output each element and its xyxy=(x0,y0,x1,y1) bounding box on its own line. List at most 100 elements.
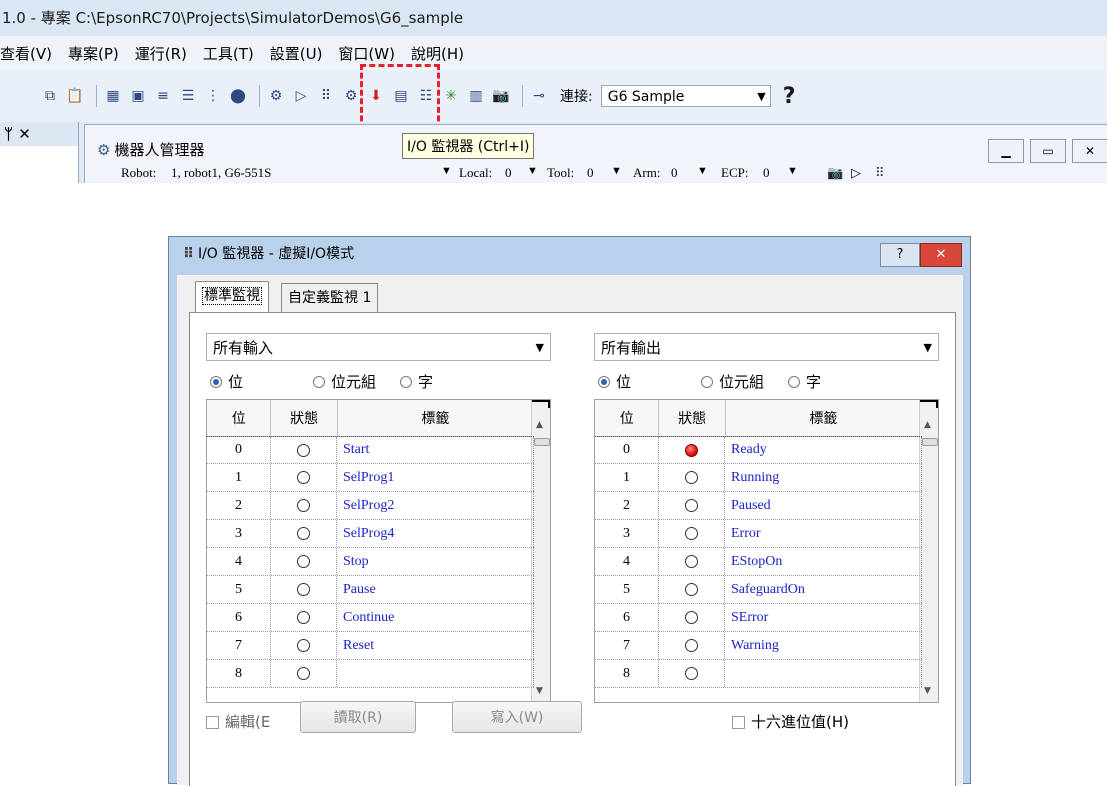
connection-dropdown[interactable]: G6 Sample ▼ xyxy=(600,85,771,107)
table-row[interactable]: 0 Ready xyxy=(595,436,922,464)
table-row[interactable]: 4 Stop xyxy=(207,548,534,576)
scroll-down-icon[interactable]: ▼ xyxy=(536,686,543,696)
table-row[interactable]: 8 xyxy=(207,660,534,688)
list-icon[interactable]: ⋮ xyxy=(203,86,223,106)
state-cell[interactable] xyxy=(659,604,725,631)
menu-tools[interactable]: 工具(T) xyxy=(203,43,254,64)
state-cell[interactable] xyxy=(271,520,337,547)
table-row[interactable]: 0 Start xyxy=(207,436,534,464)
state-cell[interactable] xyxy=(659,464,725,491)
state-cell[interactable] xyxy=(271,492,337,519)
table-row[interactable]: 3 SelProg4 xyxy=(207,520,534,548)
state-cell[interactable] xyxy=(271,548,337,575)
state-cell[interactable] xyxy=(271,604,337,631)
state-cell[interactable] xyxy=(659,520,725,547)
help-button[interactable]: ? xyxy=(880,243,920,267)
edit-checkbox[interactable]: 編輯(E xyxy=(206,711,270,732)
table-row[interactable]: 6 Continue xyxy=(207,604,534,632)
table-row[interactable]: 7 Warning xyxy=(595,632,922,660)
output-radio-bit[interactable]: 位 xyxy=(598,371,631,392)
state-cell[interactable] xyxy=(659,437,725,463)
input-radio-bit[interactable]: 位 xyxy=(210,371,243,392)
table-row[interactable]: 6 SError xyxy=(595,604,922,632)
menu-project[interactable]: 專案(P) xyxy=(68,43,119,64)
robot-manager-icon[interactable]: ⚙ xyxy=(266,86,286,106)
read-button[interactable]: 讀取(R) xyxy=(300,701,416,733)
table-row[interactable]: 1 Running xyxy=(595,464,922,492)
input-grid[interactable]: 位 狀態 標籤 ▲ ▼ 0 Start 1 SelProg1 2 SelProg2 3 Sel… xyxy=(206,399,551,703)
chevron-down-icon[interactable]: ▼ xyxy=(441,165,452,177)
menu-window[interactable]: 窗口(W) xyxy=(338,43,395,64)
hex-checkbox[interactable]: 十六進位值(H) xyxy=(732,711,849,732)
output-grid[interactable]: 位 狀態 標籤 ▲ ▼ 0 Ready 1 Running 2 Paused 3 Error 4… xyxy=(594,399,939,703)
io-monitor-icon[interactable]: ⠿ xyxy=(316,86,336,106)
state-cell[interactable] xyxy=(271,576,337,603)
local-select[interactable]: 0 xyxy=(505,165,512,181)
help-button[interactable]: ? xyxy=(783,84,796,109)
state-cell[interactable] xyxy=(271,660,337,687)
rebuild-icon[interactable]: ▣ xyxy=(128,86,148,106)
scroll-up-icon[interactable]: ▲ xyxy=(924,420,931,430)
scroll-up-icon[interactable]: ▲ xyxy=(536,420,543,430)
state-cell[interactable] xyxy=(659,576,725,603)
camera-icon[interactable]: 📷 xyxy=(491,86,511,106)
panel-header[interactable]: ᛘ ✕ xyxy=(0,122,78,146)
input-radio-word[interactable]: 字 xyxy=(400,371,433,392)
chevron-down-icon[interactable]: ▼ xyxy=(611,165,622,177)
output-radio-word[interactable]: 字 xyxy=(788,371,821,392)
camera-icon[interactable]: 📷 xyxy=(827,165,843,181)
menu-view[interactable]: 查看(V) xyxy=(0,43,52,64)
scroll-down-icon[interactable]: ▼ xyxy=(924,686,931,696)
tab-custom-monitor[interactable]: 自定義監視 1 xyxy=(281,283,379,312)
menu-setup[interactable]: 設置(U) xyxy=(270,43,323,64)
table-row[interactable]: 4 EStopOn xyxy=(595,548,922,576)
chevron-down-icon[interactable]: ▼ xyxy=(697,165,708,177)
table-row[interactable]: 3 Error xyxy=(595,520,922,548)
write-button[interactable]: 寫入(W) xyxy=(452,701,582,733)
table-row[interactable]: 7 Reset xyxy=(207,632,534,660)
close-button[interactable]: ✕ xyxy=(1072,139,1107,163)
simulator-icon[interactable]: ✳ xyxy=(441,86,461,106)
menu-run[interactable]: 運行(R) xyxy=(135,43,187,64)
close-button[interactable]: ✕ xyxy=(920,243,962,267)
arm-select[interactable]: 0 xyxy=(671,165,678,181)
table-icon[interactable]: ▥ xyxy=(466,86,486,106)
robot-icon[interactable]: ⚙ xyxy=(341,86,361,106)
input-filter-dropdown[interactable]: 所有輸入 ▼ xyxy=(206,333,551,361)
io-monitor-icon[interactable]: ⠿ xyxy=(875,165,885,181)
table-row[interactable]: 1 SelProg1 xyxy=(207,464,534,492)
minimize-button[interactable]: ▁ xyxy=(988,139,1024,163)
indent-icon[interactable]: ≡ xyxy=(153,86,173,106)
copy-icon[interactable]: ⧉ xyxy=(40,86,60,106)
tool-select[interactable]: 0 xyxy=(587,165,594,181)
command-window-icon[interactable]: ▷ xyxy=(851,165,861,181)
scroll-thumb[interactable] xyxy=(534,438,550,446)
chevron-down-icon[interactable]: ▼ xyxy=(787,165,798,177)
input-radio-byte[interactable]: 位元組 xyxy=(313,371,376,392)
state-cell[interactable] xyxy=(271,464,337,491)
state-cell[interactable] xyxy=(271,437,337,463)
menu-help[interactable]: 說明(H) xyxy=(411,43,464,64)
chevron-down-icon[interactable]: ▼ xyxy=(527,165,538,177)
state-cell[interactable] xyxy=(659,548,725,575)
table-row[interactable]: 5 Pause xyxy=(207,576,534,604)
table-row[interactable]: 2 SelProg2 xyxy=(207,492,534,520)
paste-icon[interactable]: 📋 xyxy=(65,86,85,106)
state-cell[interactable] xyxy=(659,660,725,687)
table-row[interactable]: 2 Paused xyxy=(595,492,922,520)
maximize-button[interactable]: ▭ xyxy=(1030,139,1066,163)
table-row[interactable]: 5 SafeguardOn xyxy=(595,576,922,604)
state-cell[interactable] xyxy=(659,632,725,659)
output-radio-byte[interactable]: 位元組 xyxy=(701,371,764,392)
tab-standard-monitor[interactable]: 標準監視 xyxy=(195,281,269,312)
state-cell[interactable] xyxy=(271,632,337,659)
build-icon[interactable]: ▦ xyxy=(103,86,123,106)
robot-select[interactable]: 1, robot1, G6-551S xyxy=(171,165,271,181)
output-filter-dropdown[interactable]: 所有輸出 ▼ xyxy=(594,333,939,361)
table-row[interactable]: 8 xyxy=(595,660,922,688)
outdent-icon[interactable]: ☰ xyxy=(178,86,198,106)
command-window-icon[interactable]: ▷ xyxy=(291,86,311,106)
stop-icon[interactable]: ⬤ xyxy=(228,86,248,106)
scroll-thumb[interactable] xyxy=(922,438,938,446)
ecp-select[interactable]: 0 xyxy=(763,165,770,181)
